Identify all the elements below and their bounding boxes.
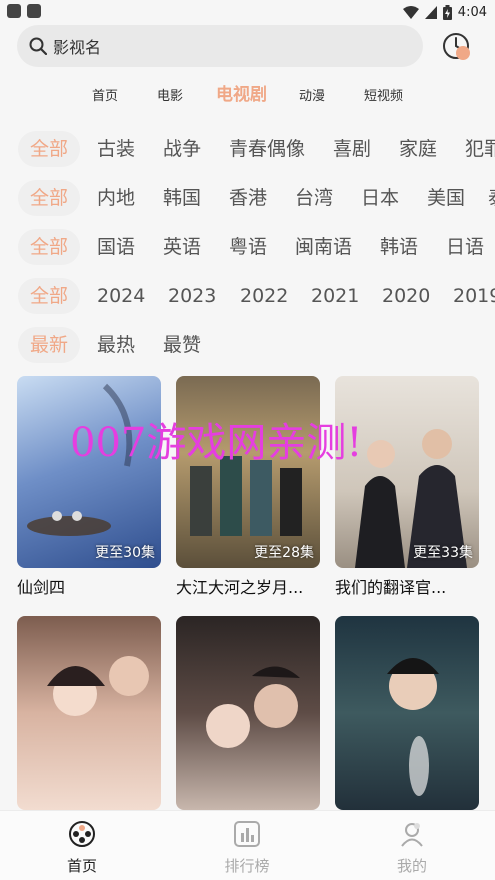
video-title: 大江大河之岁月... [176,578,304,597]
filter-chip[interactable]: 粤语 [229,229,267,265]
filter-chip-selected[interactable]: 最新 [18,327,81,363]
filter-chip[interactable]: 泰 [488,180,495,216]
filter-chip-selected[interactable]: 全部 [18,180,81,216]
filter-chip[interactable]: 美国 [427,180,465,216]
tab-home[interactable]: 首页 [92,85,118,104]
filter-chip[interactable]: 2019 [453,278,495,314]
filter-chip[interactable]: 闽南语 [295,229,352,265]
chart-icon [234,821,260,847]
tab-movies[interactable]: 电影 [157,85,183,104]
episode-badge: 更至28集 [254,545,314,561]
filter-chip[interactable]: 日本 [361,180,399,216]
category-tabs: 首页 电影 电视剧 动漫 短视频 [0,80,495,110]
sort-filter-row: 最新 最热 最赞 [0,327,495,367]
bottom-nav-profile[interactable]: 我的 [372,819,452,876]
film-reel-icon [69,821,95,847]
tab-anime[interactable]: 动漫 [299,85,325,104]
status-time: 4:04 [457,4,487,20]
video-card[interactable] [335,616,479,810]
filter-chip[interactable]: 2020 [382,278,430,314]
year-filter-row: 全部 2024 2023 2022 2021 2020 2019 [0,278,495,318]
search-input[interactable]: 影视名 [17,25,423,67]
battery-icon [442,4,452,20]
search-icon [29,37,47,55]
video-card[interactable]: 更至28集 大江大河之岁月... [176,376,320,601]
filter-chip[interactable]: 2023 [168,278,216,314]
bottom-nav-home[interactable]: 首页 [42,819,122,876]
bottom-nav-ranking[interactable]: 排行榜 [207,819,287,876]
status-bar: 4:04 [0,0,495,24]
filter-chip[interactable]: 香港 [229,180,267,216]
bottom-nav-label: 我的 [396,857,427,875]
filter-chip[interactable]: 2024 [97,278,145,314]
filter-chip[interactable]: 最赞 [163,327,201,363]
poster-artwork [27,383,133,536]
poster-artwork [190,456,302,536]
filter-chip[interactable]: 台湾 [295,180,333,216]
filter-chip[interactable]: 国语 [97,229,135,265]
language-filter-row: 全部 国语 英语 粤语 闽南语 韩语 日语 [0,229,495,269]
bottom-nav-label: 排行榜 [224,857,270,875]
filter-chip-selected[interactable]: 全部 [18,131,81,167]
filter-chip[interactable]: 韩国 [163,180,201,216]
filter-chip[interactable]: 日语 [446,229,484,265]
filter-chip-selected[interactable]: 全部 [18,278,81,314]
video-card[interactable]: 更至30集 仙剑四 [17,376,161,601]
video-card[interactable] [17,616,161,810]
episode-badge: 更至33集 [413,545,473,561]
episode-badge: 更至30集 [95,545,155,561]
tab-tv-series[interactable]: 电视剧 [216,80,267,105]
filter-chip[interactable]: 2022 [240,278,288,314]
filter-chip[interactable]: 家庭 [399,131,437,167]
genre-filter-row: 全部 古装 战争 青春偶像 喜剧 家庭 犯罪 [0,131,495,171]
filter-chip[interactable]: 英语 [163,229,201,265]
filter-chip-selected[interactable]: 全部 [18,229,81,265]
filter-chip[interactable]: 战争 [163,131,201,167]
filter-chip[interactable]: 古装 [97,131,135,167]
video-poster: 更至33集 [335,376,479,568]
filter-chip[interactable]: 犯罪 [465,131,495,167]
history-clock-icon[interactable] [442,32,472,62]
region-filter-row: 全部 内地 韩国 香港 台湾 日本 美国 泰 [0,180,495,220]
filter-chip[interactable]: 韩语 [380,229,418,265]
poster-artwork [206,666,300,748]
signal-icon [424,5,437,19]
video-poster [17,616,161,810]
tab-short-video[interactable]: 短视频 [364,85,403,104]
bottom-navigation: 首页 排行榜 我的 [0,810,495,880]
wifi-icon [402,5,419,19]
poster-artwork [387,658,439,796]
poster-artwork [355,429,467,568]
filter-chip[interactable]: 2021 [311,278,359,314]
video-card[interactable] [176,616,320,810]
video-poster [335,616,479,810]
video-poster: 更至28集 [176,376,320,568]
search-placeholder: 影视名 [53,38,102,57]
filter-chip[interactable]: 最热 [97,327,135,363]
filter-chip[interactable]: 喜剧 [333,131,371,167]
filter-chip[interactable]: 内地 [97,180,135,216]
profile-icon [401,823,423,847]
notification-icon [7,4,21,18]
video-poster [176,616,320,810]
bottom-nav-label: 首页 [66,857,97,875]
filter-chip[interactable]: 青春偶像 [229,131,305,167]
video-card[interactable]: 更至33集 我们的翻译官... [335,376,479,601]
video-poster: 更至30集 [17,376,161,568]
notification-icon [27,4,41,18]
video-title: 我们的翻译官... [335,578,447,597]
poster-artwork [47,656,149,716]
video-title: 仙剑四 [17,578,66,597]
